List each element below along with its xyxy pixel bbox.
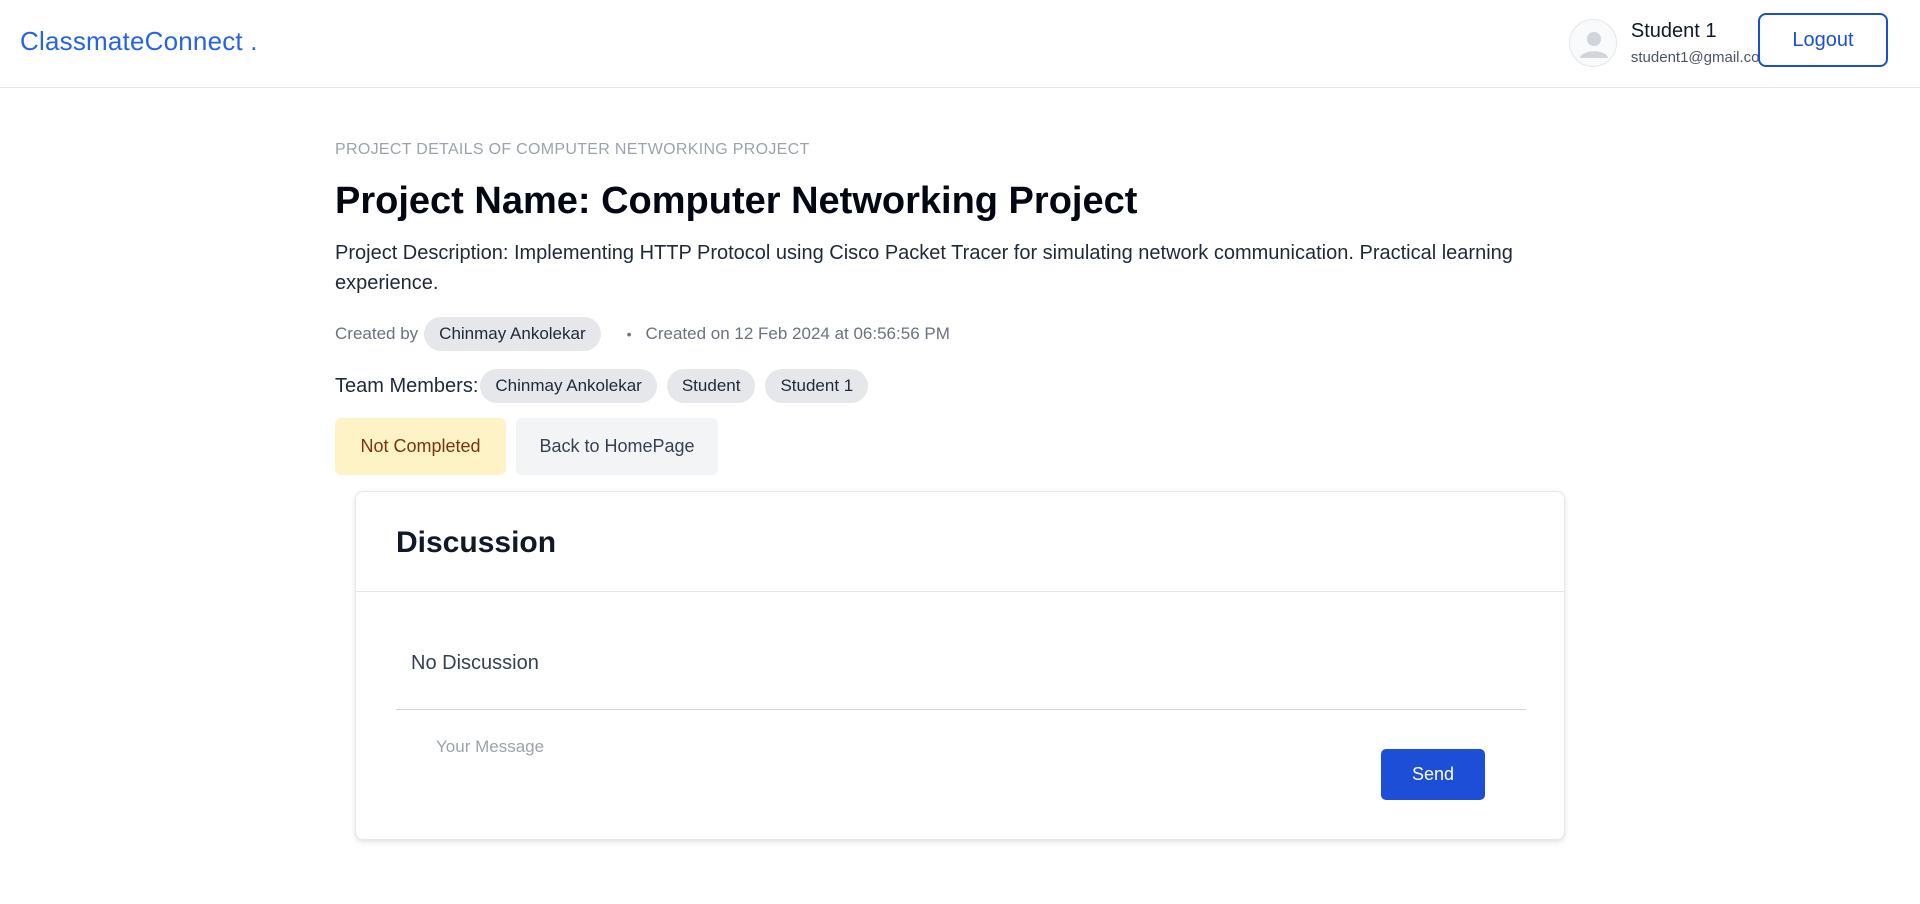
status-button[interactable]: Not Completed bbox=[335, 418, 506, 475]
created-on-text: Created on 12 Feb 2024 at 06:56:56 PM bbox=[645, 324, 950, 343]
empty-discussion-text: No Discussion bbox=[411, 652, 539, 674]
user-name: Student 1 bbox=[1630, 20, 1717, 42]
back-to-homepage-button[interactable]: Back to HomePage bbox=[516, 418, 718, 475]
discussion-title: Discussion bbox=[396, 526, 557, 559]
discussion-card: Discussion No Discussion Send bbox=[355, 491, 1565, 840]
logout-button[interactable]: Logout bbox=[1758, 13, 1888, 67]
team-member-chip: Chinmay Ankolekar bbox=[480, 369, 657, 403]
brand-logo[interactable]: ClassmateConnect . bbox=[20, 26, 258, 57]
user-avatar-icon bbox=[1568, 19, 1617, 67]
team-members-label: Team Members: bbox=[335, 374, 479, 397]
project-meta: Created by Chinmay Ankolekar • Created o… bbox=[335, 317, 950, 351]
user-email: student1@gmail.com bbox=[1630, 49, 1772, 66]
top-navbar: ClassmateConnect . Student 1 student1@gm… bbox=[0, 0, 1920, 88]
message-input[interactable] bbox=[396, 722, 1316, 772]
project-description: Project Description: Implementing HTTP P… bbox=[335, 242, 1513, 294]
team-member-chip: Student bbox=[666, 369, 756, 403]
created-by-label: Created by bbox=[335, 324, 419, 343]
project-title: Project Name: Computer Networking Projec… bbox=[335, 180, 1138, 222]
page-eyebrow: PROJECT DETAILS OF COMPUTER NETWORKING P… bbox=[335, 141, 810, 158]
creator-chip: Chinmay Ankolekar bbox=[424, 317, 601, 351]
meta-separator: • bbox=[626, 326, 632, 342]
user-info: Student 1 student1@gmail.com bbox=[1631, 20, 1772, 66]
user-profile: Student 1 student1@gmail.com bbox=[1568, 17, 1772, 69]
discussion-divider bbox=[396, 709, 1526, 710]
team-member-chip: Student 1 bbox=[765, 369, 869, 403]
send-button[interactable]: Send bbox=[1381, 749, 1485, 800]
project-actions: Not Completed Back to HomePage bbox=[335, 418, 718, 475]
team-members: Team Members: Chinmay Ankolekar Student … bbox=[335, 369, 878, 403]
discussion-header: Discussion bbox=[356, 492, 1564, 592]
